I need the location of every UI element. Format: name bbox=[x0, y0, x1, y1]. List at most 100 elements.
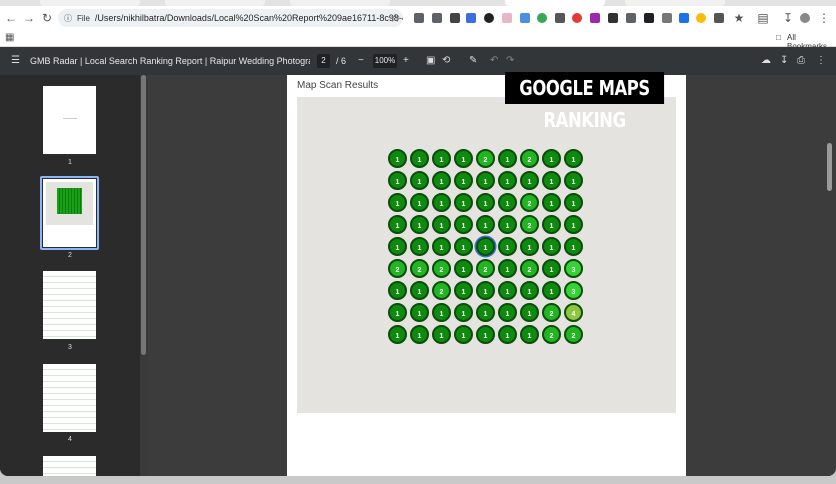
rank-marker[interactable]: 2 bbox=[520, 149, 539, 168]
page-thumbnail-4[interactable] bbox=[43, 364, 96, 432]
rank-marker[interactable]: 1 bbox=[498, 237, 517, 256]
rank-marker[interactable]: 1 bbox=[542, 259, 561, 278]
rank-marker[interactable]: 2 bbox=[520, 193, 539, 212]
rank-marker[interactable]: 2 bbox=[542, 325, 561, 344]
rank-marker[interactable]: 2 bbox=[410, 259, 429, 278]
rank-marker[interactable]: 2 bbox=[432, 281, 451, 300]
star-icon[interactable]: ☆ bbox=[386, 9, 404, 27]
extension-icon[interactable] bbox=[662, 13, 672, 23]
rank-marker[interactable]: 1 bbox=[476, 215, 495, 234]
rank-marker[interactable]: 1 bbox=[432, 303, 451, 322]
rank-marker[interactable]: 4 bbox=[564, 303, 583, 322]
rank-marker[interactable]: 2 bbox=[564, 325, 583, 344]
back-arrow-icon[interactable]: ← bbox=[2, 9, 20, 27]
rank-marker[interactable]: 1 bbox=[498, 281, 517, 300]
rank-marker[interactable]: 1 bbox=[388, 193, 407, 212]
rank-marker[interactable]: 1 bbox=[410, 193, 429, 212]
rank-marker[interactable]: 1 bbox=[520, 303, 539, 322]
extension-icon[interactable] bbox=[679, 13, 689, 23]
rank-marker[interactable]: 1 bbox=[476, 237, 495, 256]
extension-icon[interactable] bbox=[626, 13, 636, 23]
rank-marker[interactable]: 1 bbox=[498, 259, 517, 278]
rank-marker[interactable]: 1 bbox=[432, 171, 451, 190]
page-thumbnail-3[interactable] bbox=[43, 271, 96, 339]
rank-marker[interactable]: 3 bbox=[564, 281, 583, 300]
extension-icon[interactable] bbox=[696, 13, 706, 23]
rank-marker[interactable]: 1 bbox=[454, 303, 473, 322]
rank-marker[interactable]: 1 bbox=[432, 193, 451, 212]
rank-marker[interactable]: 1 bbox=[498, 215, 517, 234]
redo-icon[interactable]: ↷ bbox=[506, 55, 514, 66]
rank-marker[interactable]: 1 bbox=[432, 215, 451, 234]
rank-marker[interactable]: 1 bbox=[454, 215, 473, 234]
extension-icon[interactable] bbox=[414, 13, 424, 23]
rank-marker[interactable]: 1 bbox=[410, 303, 429, 322]
page-number-input[interactable]: 2 bbox=[317, 54, 330, 68]
extension-icon[interactable] bbox=[714, 13, 724, 23]
rank-marker[interactable]: 1 bbox=[410, 149, 429, 168]
avatar[interactable] bbox=[800, 13, 810, 23]
extension-icon[interactable] bbox=[555, 13, 565, 23]
forward-arrow-icon[interactable]: → bbox=[20, 9, 38, 27]
rank-marker[interactable]: 2 bbox=[542, 303, 561, 322]
annotate-pen-icon[interactable]: ✎ bbox=[469, 55, 477, 66]
extension-icon[interactable] bbox=[572, 13, 582, 23]
rank-marker[interactable]: 1 bbox=[498, 193, 517, 212]
rotate-icon[interactable]: ⟲ bbox=[442, 55, 450, 66]
rank-marker[interactable]: 1 bbox=[410, 215, 429, 234]
rank-marker[interactable]: 2 bbox=[432, 259, 451, 278]
sidebar-scrollbar-thumb[interactable] bbox=[141, 75, 146, 355]
rank-marker[interactable]: 1 bbox=[520, 171, 539, 190]
extension-icon[interactable] bbox=[608, 13, 618, 23]
extension-icon[interactable] bbox=[432, 13, 442, 23]
info-icon[interactable]: ⓘ bbox=[64, 13, 72, 24]
rank-marker[interactable]: 1 bbox=[388, 237, 407, 256]
extension-icon[interactable] bbox=[450, 13, 460, 23]
rank-marker[interactable]: 1 bbox=[410, 325, 429, 344]
extension-icon[interactable] bbox=[502, 13, 512, 23]
rank-marker[interactable]: 1 bbox=[454, 193, 473, 212]
more-options-icon[interactable]: ⋮ bbox=[816, 55, 826, 66]
save-drive-icon[interactable]: ☁ bbox=[761, 55, 771, 66]
viewer-scrollbar-thumb[interactable] bbox=[827, 143, 832, 191]
rank-marker[interactable]: 1 bbox=[410, 281, 429, 300]
rank-marker[interactable]: 1 bbox=[432, 149, 451, 168]
rank-marker[interactable]: 1 bbox=[476, 303, 495, 322]
rank-marker[interactable]: 1 bbox=[476, 281, 495, 300]
rank-marker[interactable]: 3 bbox=[564, 259, 583, 278]
undo-icon[interactable]: ↶ bbox=[490, 55, 498, 66]
fit-page-icon[interactable]: ▣ bbox=[426, 55, 435, 66]
rank-marker[interactable]: 1 bbox=[498, 149, 517, 168]
rank-marker[interactable]: 1 bbox=[520, 281, 539, 300]
zoom-out-icon[interactable]: − bbox=[358, 55, 364, 66]
pdf-viewer[interactable]: Map Scan Results 11112121111111111111111… bbox=[148, 75, 836, 476]
rank-marker[interactable]: 1 bbox=[454, 149, 473, 168]
rank-marker[interactable]: 1 bbox=[388, 303, 407, 322]
cast-icon[interactable]: ▤ bbox=[754, 9, 772, 27]
rank-marker[interactable]: 1 bbox=[454, 171, 473, 190]
rank-marker[interactable]: 1 bbox=[542, 149, 561, 168]
rank-marker[interactable]: 2 bbox=[388, 259, 407, 278]
extension-icon[interactable] bbox=[484, 13, 494, 23]
rank-marker[interactable]: 1 bbox=[410, 171, 429, 190]
rank-marker[interactable]: 2 bbox=[520, 215, 539, 234]
sidebar-scrollbar[interactable] bbox=[140, 75, 148, 476]
rank-marker[interactable]: 1 bbox=[520, 237, 539, 256]
rank-marker[interactable]: 2 bbox=[476, 149, 495, 168]
zoom-level-input[interactable]: 100% bbox=[373, 54, 397, 68]
rank-marker[interactable]: 1 bbox=[564, 237, 583, 256]
page-thumbnail-5[interactable] bbox=[43, 456, 96, 476]
rank-marker[interactable]: 2 bbox=[476, 259, 495, 278]
folder-icon[interactable]: □ bbox=[776, 33, 781, 42]
rank-marker[interactable]: 1 bbox=[542, 193, 561, 212]
rank-marker[interactable]: 1 bbox=[520, 325, 539, 344]
rank-marker[interactable]: 2 bbox=[520, 259, 539, 278]
rank-marker[interactable]: 1 bbox=[542, 215, 561, 234]
zoom-in-icon[interactable]: + bbox=[403, 55, 409, 66]
page-thumbnail-2[interactable] bbox=[43, 179, 96, 247]
hamburger-menu-icon[interactable]: ☰ bbox=[11, 55, 20, 66]
extension-icon[interactable] bbox=[644, 13, 654, 23]
rank-marker[interactable]: 1 bbox=[432, 325, 451, 344]
rank-marker[interactable]: 1 bbox=[388, 149, 407, 168]
rank-marker[interactable]: 1 bbox=[432, 237, 451, 256]
